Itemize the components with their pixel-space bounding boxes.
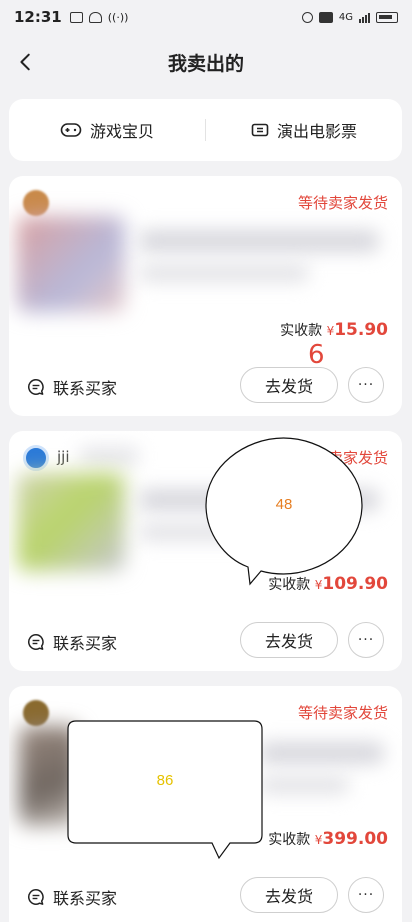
page-title: 我卖出的 xyxy=(167,52,244,75)
more-options-button[interactable]: ··· xyxy=(348,367,384,403)
status-indicators: 4G xyxy=(301,11,398,23)
product-title xyxy=(259,742,384,764)
order-status: 等待卖家发货 xyxy=(297,704,388,722)
order-card[interactable]: 等待卖家发货 实收款 ¥399.00 联系买家 去发货 ··· xyxy=(9,686,402,922)
tab-tickets-label: 演出电影票 xyxy=(276,122,357,141)
buyer-avatar[interactable] xyxy=(23,445,49,471)
chevron-left-icon xyxy=(20,53,30,71)
hotspot-icon: ((·)) xyxy=(107,10,129,24)
product-desc xyxy=(139,523,309,541)
app-notification-icon xyxy=(69,11,83,23)
nav-bar: 我卖出的 xyxy=(0,34,412,90)
battery-icon xyxy=(376,11,398,23)
order-card[interactable]: 等待卖家发货 实收款 ¥15.90 联系买家 去发货 ··· xyxy=(9,176,402,416)
buyer-avatar[interactable] xyxy=(23,700,49,726)
product-desc xyxy=(139,264,309,282)
product-title xyxy=(139,489,379,511)
category-tabs: 游戏宝贝 演出电影票 xyxy=(9,99,402,161)
back-button[interactable] xyxy=(6,42,46,82)
price-amount: 15.90 xyxy=(334,320,388,340)
buyer-name: jji xyxy=(57,448,70,466)
android-icon xyxy=(88,11,102,23)
order-status: 等待卖家发货 xyxy=(297,194,388,212)
signal-icon xyxy=(359,12,370,23)
hd-icon xyxy=(318,11,333,23)
gamepad-icon xyxy=(60,123,82,137)
price-label: 实收款 xyxy=(280,323,323,339)
rect-bubble-text: 86 xyxy=(156,772,174,789)
contact-buyer-button[interactable]: 联系买家 xyxy=(27,630,117,654)
chat-bubble-icon xyxy=(28,889,44,905)
contact-buyer-button[interactable]: 联系买家 xyxy=(27,885,117,909)
more-options-button[interactable]: ··· xyxy=(348,877,384,913)
contact-buyer-label: 联系买家 xyxy=(53,889,118,908)
tab-games-label: 游戏宝贝 xyxy=(89,122,154,141)
price-row: 实收款 ¥399.00 xyxy=(268,829,388,849)
network-label: 4G xyxy=(338,11,353,23)
chat-bubble-icon xyxy=(28,379,44,395)
price-label: 实收款 xyxy=(268,577,311,593)
ship-button[interactable]: 去发货 xyxy=(240,622,338,658)
tab-games[interactable]: 游戏宝贝 xyxy=(9,118,205,142)
alarm-icon xyxy=(301,11,313,23)
contact-buyer-label: 联系买家 xyxy=(53,634,118,653)
product-title xyxy=(139,230,379,252)
status-bar: 12:31 ((·)) 4G xyxy=(0,0,412,34)
chat-bubble-icon xyxy=(28,634,44,650)
product-image[interactable] xyxy=(17,473,125,571)
ship-button[interactable]: 去发货 xyxy=(240,877,338,913)
ship-button[interactable]: 去发货 xyxy=(240,367,338,403)
oval-bubble-text: 48 xyxy=(275,496,293,513)
tab-tickets[interactable]: 演出电影票 xyxy=(206,118,402,142)
status-time: 12:31 xyxy=(14,8,62,26)
order-card[interactable]: jji 等待卖家发货 实收款 ¥109.90 联系买家 去发货 ··· xyxy=(9,431,402,671)
buyer-avatar[interactable] xyxy=(23,190,49,216)
annotation-number: 6 xyxy=(308,340,325,370)
contact-buyer-button[interactable]: 联系买家 xyxy=(27,375,117,399)
product-image[interactable] xyxy=(17,216,125,312)
contact-buyer-label: 联系买家 xyxy=(53,379,118,398)
price-row: 实收款 ¥15.90 xyxy=(280,320,388,340)
ticket-icon xyxy=(251,123,269,137)
price-amount: 399.00 xyxy=(322,829,388,849)
buyer-name-blur xyxy=(79,447,139,465)
more-options-button[interactable]: ··· xyxy=(348,622,384,658)
product-image[interactable] xyxy=(19,726,79,826)
price-label: 实收款 xyxy=(268,832,311,848)
price-row: 实收款 ¥109.90 xyxy=(268,574,388,594)
order-status: 等待卖家发货 xyxy=(297,449,388,467)
price-amount: 109.90 xyxy=(322,574,388,594)
product-desc xyxy=(259,776,349,794)
